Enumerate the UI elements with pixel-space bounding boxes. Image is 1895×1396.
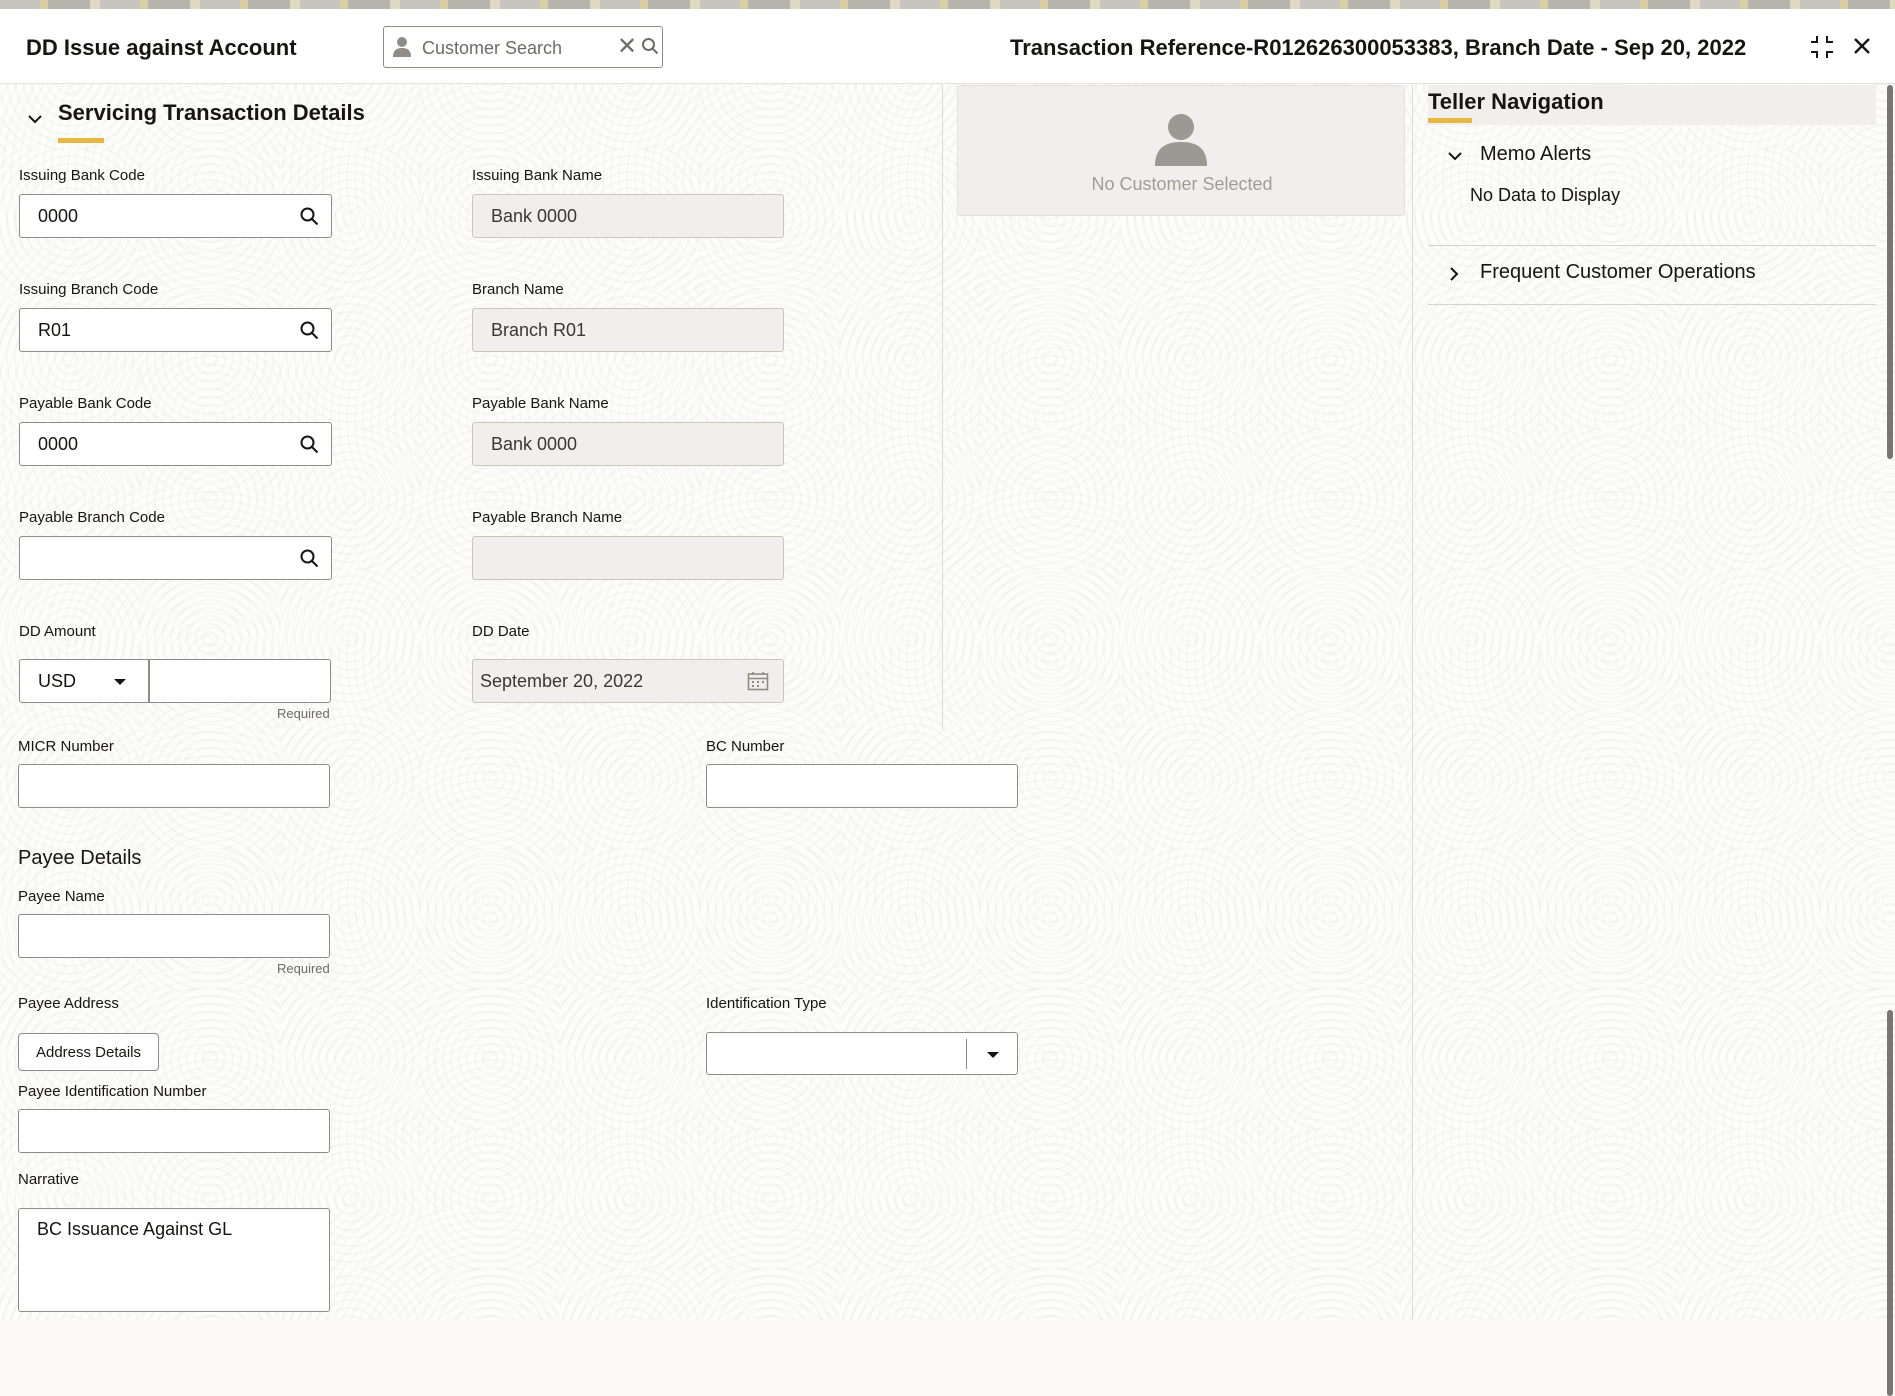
no-data-text: No Data to Display	[1470, 185, 1621, 205]
payable-branch-name-label: Payable Branch Name	[472, 509, 623, 526]
payee-name-required-hint: Required	[277, 961, 330, 976]
close-icon[interactable]	[1849, 33, 1875, 59]
customer-card: No Customer Selected	[957, 85, 1405, 216]
page-title: DD Issue against Account	[26, 35, 297, 60]
transaction-reference: Transaction Reference-R012626300053383, …	[1010, 35, 1747, 60]
issuing-branch-code-label: Issuing Branch Code	[19, 281, 159, 298]
issuing-bank-code-field[interactable]: 0000	[19, 194, 332, 238]
issuing-bank-name-label: Issuing Bank Name	[472, 167, 603, 184]
frequent-customer-operations-label: Frequent Customer Operations	[1480, 261, 1756, 283]
caret-down-icon	[114, 679, 126, 685]
caret-down-icon[interactable]	[987, 1052, 999, 1058]
payee-id-number-input[interactable]	[18, 1109, 330, 1153]
issuing-branch-code-field[interactable]: R01	[19, 308, 332, 352]
browser-top-strip	[0, 0, 1895, 9]
branch-name-label: Branch Name	[472, 281, 564, 298]
payable-bank-code-field[interactable]: 0000	[19, 422, 332, 466]
divider	[1428, 245, 1876, 246]
currency-value: USD	[38, 671, 77, 691]
panel-divider	[1412, 85, 1413, 1320]
divider	[1428, 304, 1876, 305]
clear-icon[interactable]: ✕	[617, 35, 637, 59]
section-title-underline	[58, 138, 104, 143]
customer-search-placeholder: Customer Search	[422, 38, 563, 58]
payee-address-label: Payee Address	[18, 995, 119, 1012]
narrative-textarea[interactable]: BC Issuance Against GL	[18, 1208, 330, 1312]
issuing-bank-name-field: Bank 0000	[472, 194, 784, 238]
memo-alerts-label: Memo Alerts	[1480, 143, 1592, 165]
issuing-branch-code-value: R01	[38, 320, 72, 340]
payable-bank-name-field: Bank 0000	[472, 422, 784, 466]
calendar-icon[interactable]	[747, 671, 769, 691]
frequent-customer-operations-header[interactable]: Frequent Customer Operations	[1428, 257, 1876, 291]
dd-date-value: September 20, 2022	[480, 671, 644, 691]
avatar-icon	[1155, 114, 1207, 166]
branch-name-value: Branch R01	[491, 320, 587, 340]
issuing-bank-code-label: Issuing Bank Code	[19, 167, 145, 184]
payee-name-label: Payee Name	[18, 888, 105, 905]
dd-date-label: DD Date	[472, 623, 530, 640]
bc-number-label: BC Number	[706, 738, 785, 755]
branch-name-field: Branch R01	[472, 308, 784, 352]
currency-select[interactable]: USD	[19, 659, 149, 703]
issuing-bank-code-value: 0000	[38, 206, 79, 226]
micr-number-input[interactable]	[18, 764, 330, 808]
app-window: DD Issue against Account Customer Search…	[0, 9, 1895, 1396]
identification-type-select[interactable]	[706, 1032, 1018, 1075]
payable-branch-code-field[interactable]	[19, 536, 332, 580]
narrative-value: BC Issuance Against GL	[37, 1219, 233, 1239]
micr-number-label: MICR Number	[18, 738, 114, 755]
payable-branch-name-field	[472, 536, 784, 580]
section-title: Servicing Transaction Details	[58, 100, 365, 125]
chevron-down-icon[interactable]	[1448, 149, 1462, 163]
dd-amount-label: DD Amount	[19, 623, 96, 640]
payable-branch-code-label: Payable Branch Code	[19, 509, 165, 526]
search-icon[interactable]	[299, 434, 319, 454]
payable-bank-name-value: Bank 0000	[491, 434, 578, 454]
chevron-down-icon[interactable]	[28, 114, 42, 124]
bc-number-input[interactable]	[706, 764, 1018, 808]
dd-amount-input[interactable]	[149, 659, 331, 703]
memo-alerts-section: Memo Alerts No Data to Display	[1428, 141, 1876, 205]
teller-navigation-underline	[1428, 118, 1472, 123]
payee-id-number-label: Payee Identification Number	[18, 1083, 207, 1100]
issuing-bank-name-value: Bank 0000	[491, 206, 578, 226]
header-bar: DD Issue against Account Customer Search…	[0, 9, 1895, 84]
customer-search-input[interactable]: Customer Search ✕	[383, 26, 663, 68]
scrollbar[interactable]	[1885, 85, 1895, 1396]
narrative-label: Narrative	[18, 1171, 79, 1188]
identification-type-label: Identification Type	[706, 995, 827, 1012]
payee-name-input[interactable]	[18, 914, 330, 958]
payee-details-heading: Payee Details	[18, 847, 142, 869]
no-customer-text: No Customer Selected	[1091, 174, 1273, 194]
memo-alerts-header[interactable]: Memo Alerts	[1428, 141, 1876, 175]
teller-navigation-title: Teller Navigation	[1428, 85, 1876, 125]
scrollbar-thumb[interactable]	[1887, 85, 1893, 459]
scrollbar-thumb[interactable]	[1887, 1010, 1893, 1396]
dd-amount-required-hint: Required	[277, 706, 330, 721]
search-icon[interactable]	[299, 320, 319, 340]
dd-date-field[interactable]: September 20, 2022	[472, 659, 784, 703]
person-icon	[393, 37, 411, 57]
address-details-button[interactable]: Address Details	[18, 1033, 159, 1071]
teller-navigation-panel: Teller Navigation Memo Alerts No Data to…	[1428, 85, 1876, 305]
search-icon[interactable]	[299, 548, 319, 568]
payable-bank-code-value: 0000	[38, 434, 79, 454]
search-icon[interactable]	[641, 37, 659, 55]
chevron-right-icon[interactable]	[1448, 267, 1460, 281]
payable-bank-name-label: Payable Bank Name	[472, 395, 609, 412]
minimize-window-icon[interactable]	[1808, 33, 1836, 61]
payable-bank-code-label: Payable Bank Code	[19, 395, 152, 412]
select-divider	[966, 1039, 967, 1069]
search-icon[interactable]	[299, 206, 319, 226]
